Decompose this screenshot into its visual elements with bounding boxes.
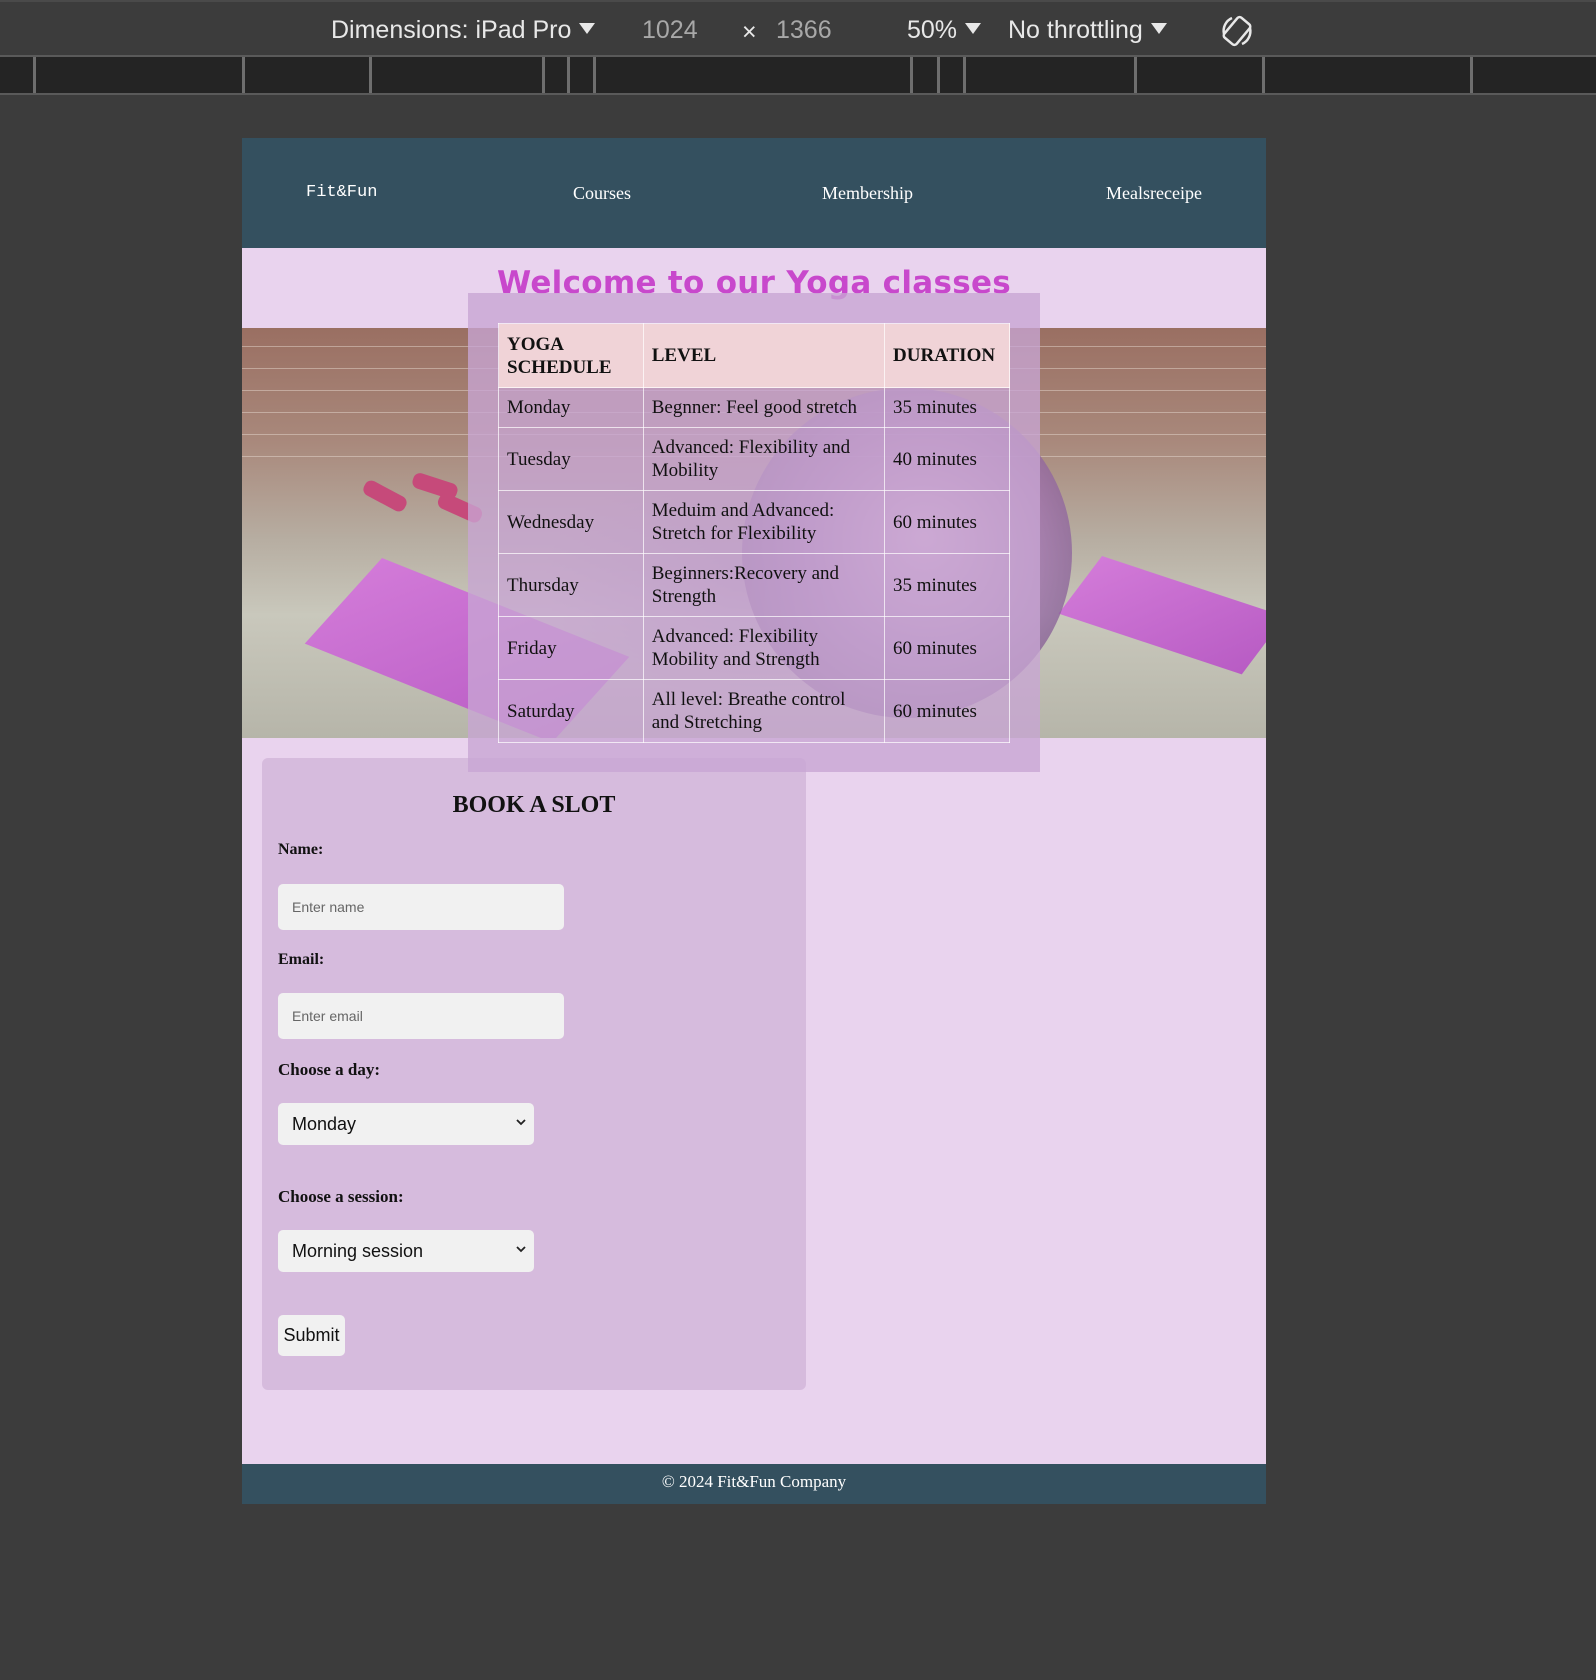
schedule-panel: YOGA SCHEDULE LEVEL DURATION Monday Begn… — [468, 293, 1040, 772]
caret-down-icon — [965, 22, 982, 34]
width-input[interactable]: 1024 — [642, 16, 698, 45]
height-input[interactable]: 1366 — [776, 16, 832, 45]
duration-cell: 35 minutes — [884, 387, 1010, 428]
device-viewport: Fit&Fun Courses Membership Mealsreceipe … — [242, 138, 1266, 1504]
table-row: Wednesday Meduim and Advanced: Stretch f… — [498, 490, 1010, 554]
chevron-down-icon — [516, 1246, 526, 1253]
session-select-value: Morning session — [292, 1240, 424, 1261]
column-header-duration: DURATION — [884, 323, 1010, 388]
name-input[interactable] — [278, 884, 564, 930]
rotate-icon[interactable] — [1218, 12, 1256, 50]
duration-cell: 60 minutes — [884, 616, 1010, 680]
column-header-schedule: YOGA SCHEDULE — [498, 323, 644, 388]
zoom-dropdown[interactable]: 50% — [907, 16, 982, 45]
device-dropdown[interactable]: Dimensions: iPad Pro — [331, 16, 596, 45]
email-input[interactable] — [278, 993, 564, 1039]
nav-link-membership[interactable]: Membership — [822, 183, 913, 204]
session-label: Choose a session: — [278, 1187, 404, 1206]
day-cell: Tuesday — [498, 427, 644, 491]
level-cell: All level: Breathe control and Stretchin… — [642, 679, 886, 743]
duration-cell: 35 minutes — [884, 553, 1010, 617]
day-cell: Monday — [498, 387, 644, 428]
table-row: Saturday All level: Breathe control and … — [498, 679, 1010, 743]
throttling-dropdown[interactable]: No throttling — [1008, 16, 1167, 45]
day-select[interactable]: Monday — [278, 1103, 534, 1145]
booking-form: BOOK A SLOT Name: Email: Choose a day: M… — [262, 758, 806, 1390]
site-logo[interactable]: Fit&Fun — [306, 183, 377, 202]
level-cell: Advanced: Flexibility and Mobility — [642, 427, 886, 491]
level-cell: Beginners:Recovery and Strength — [642, 553, 886, 617]
session-select[interactable]: Morning session — [278, 1230, 534, 1272]
level-cell: Advanced: Flexibility Mobility and Stren… — [642, 616, 886, 680]
chevron-down-icon — [516, 1119, 526, 1126]
times-icon: × — [742, 18, 757, 46]
email-label: Email: — [278, 951, 325, 968]
booking-title: BOOK A SLOT — [452, 792, 616, 818]
navbar: Fit&Fun Courses Membership Mealsreceipe — [242, 138, 1266, 248]
level-cell: Begnner: Feel good stretch — [642, 387, 886, 428]
name-label: Name: — [278, 841, 324, 858]
duration-cell: 60 minutes — [884, 490, 1010, 554]
zoom-label: 50% — [907, 16, 958, 44]
footer-copyright: © 2024 Fit&Fun Company — [661, 1472, 847, 1491]
device-label: Dimensions: iPad Pro — [331, 16, 572, 44]
day-cell: Thursday — [498, 553, 644, 617]
column-header-level: LEVEL — [642, 323, 886, 388]
day-cell: Saturday — [498, 679, 644, 743]
day-select-value: Monday — [292, 1113, 357, 1134]
caret-down-icon — [1150, 22, 1167, 34]
throttling-label: No throttling — [1008, 16, 1143, 44]
table-header-row: YOGA SCHEDULE LEVEL DURATION — [498, 323, 1010, 388]
table-row: Friday Advanced: Flexibility Mobility an… — [498, 616, 1010, 680]
footer: © 2024 Fit&Fun Company — [242, 1464, 1266, 1504]
submit-button[interactable]: Submit — [278, 1315, 345, 1356]
media-query-ruler — [0, 57, 1596, 95]
level-cell: Meduim and Advanced: Stretch for Flexibi… — [642, 490, 886, 554]
day-cell: Friday — [498, 616, 644, 680]
yoga-schedule-table: YOGA SCHEDULE LEVEL DURATION Monday Begn… — [498, 323, 1010, 743]
day-label: Choose a day: — [278, 1060, 381, 1079]
nav-link-courses[interactable]: Courses — [573, 183, 631, 204]
duration-cell: 60 minutes — [884, 679, 1010, 743]
day-cell: Wednesday — [498, 490, 644, 554]
table-row: Thursday Beginners:Recovery and Strength… — [498, 553, 1010, 617]
nav-link-mealsreceipe[interactable]: Mealsreceipe — [1106, 183, 1202, 204]
table-row: Monday Begnner: Feel good stretch 35 min… — [498, 387, 1010, 428]
duration-cell: 40 minutes — [884, 427, 1010, 491]
table-row: Tuesday Advanced: Flexibility and Mobili… — [498, 427, 1010, 491]
caret-down-icon — [579, 22, 596, 34]
devtools-device-toolbar: Dimensions: iPad Pro 1024 × 1366 50% No … — [0, 0, 1596, 57]
